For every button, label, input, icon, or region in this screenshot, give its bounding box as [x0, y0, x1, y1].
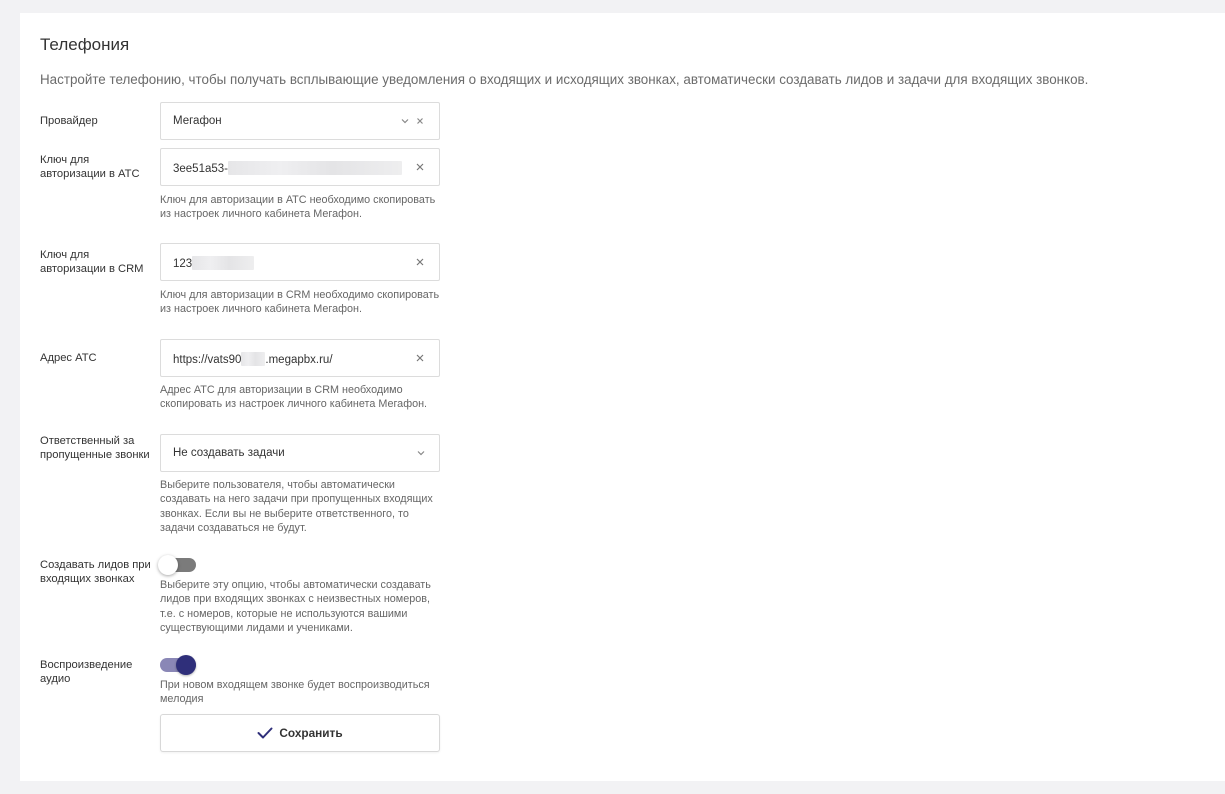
redacted-block: [192, 256, 255, 270]
create-leads-toggle[interactable]: [158, 555, 196, 575]
redacted-block: [228, 161, 402, 175]
missed-calls-label: Ответственный за пропущенные звонки: [40, 435, 150, 461]
crm-key-value: 123: [173, 258, 193, 270]
audio-playback-toggle[interactable]: [160, 655, 196, 675]
save-button[interactable]: Сохранить: [160, 714, 440, 752]
ats-address-hint: Адрес АТС для авторизации в CRM необходи…: [160, 384, 428, 411]
chevron-down-icon[interactable]: [399, 115, 411, 127]
ats-address-suffix: .megapbx.ru/: [265, 354, 333, 366]
ats-key-input[interactable]: 3ee51a53-: [160, 148, 440, 186]
provider-value: Мегафон: [173, 115, 222, 127]
audio-playback-label: Воспроизведение аудио: [40, 659, 133, 685]
redacted-block: [241, 352, 266, 366]
create-leads-hint: Выберите эту опцию, чтобы автоматически …: [160, 579, 431, 635]
missed-calls-select[interactable]: Не создавать задачи: [160, 434, 440, 472]
ats-key-value: 3ee51a53-: [173, 163, 228, 175]
ats-address-prefix: https://vats90: [173, 354, 242, 366]
close-icon[interactable]: [414, 115, 426, 127]
crm-key-hint: Ключ для авторизации в CRM необходимо ск…: [160, 289, 440, 316]
ats-key-hint: Ключ для авторизации в АТС необходимо ск…: [160, 194, 436, 221]
close-icon[interactable]: [414, 352, 426, 364]
telephony-settings-card: Телефония Настройте телефонию, чтобы пол…: [20, 13, 1225, 781]
check-icon: [257, 727, 273, 739]
toggle-knob: [176, 655, 196, 675]
ats-key-label: Ключ для авторизации в АТС: [40, 154, 140, 180]
chevron-down-icon[interactable]: [415, 447, 427, 459]
missed-calls-hint: Выберите пользователя, чтобы автоматичес…: [160, 479, 433, 535]
provider-select[interactable]: Мегафон: [160, 102, 440, 140]
crm-key-input[interactable]: 123: [160, 243, 440, 281]
missed-calls-value: Не создавать задачи: [173, 447, 285, 459]
create-leads-label: Создавать лидов при входящих звонках: [40, 559, 151, 585]
ats-address-label: Адрес АТС: [40, 352, 97, 364]
provider-label: Провайдер: [40, 115, 98, 127]
audio-playback-hint: При новом входящем звонке будет воспроиз…: [160, 679, 430, 706]
page-description: Настройте телефонию, чтобы получать вспл…: [40, 72, 1089, 87]
ats-address-input[interactable]: https://vats90 .megapbx.ru/: [160, 339, 440, 377]
close-icon[interactable]: [414, 256, 426, 268]
save-button-label: Сохранить: [279, 726, 343, 740]
crm-key-label: Ключ для авторизации в CRM: [40, 249, 144, 275]
page-title: Телефония: [40, 35, 130, 54]
toggle-knob: [158, 555, 178, 575]
close-icon[interactable]: [414, 161, 426, 173]
